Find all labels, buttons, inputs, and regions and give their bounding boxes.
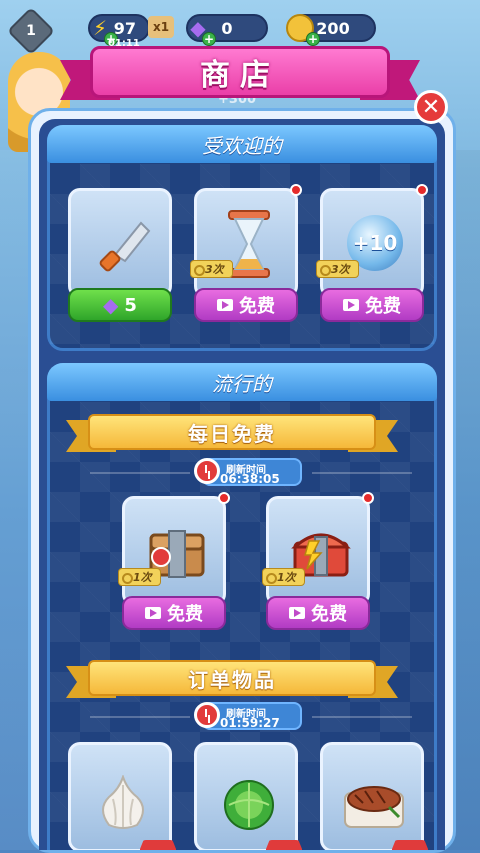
trending-section: 流行的 每日免费 刷新时间 06:38:05 1次 免费 1次 免费 订单物品 … [47,363,437,850]
banner-body: 每日免费 [88,414,376,450]
coin-value: 200 [316,18,350,38]
shop-item-plus-ten[interactable]: +10 3次 免费 [316,184,428,328]
top-hud: 1 ⚡ 97 + 01:11 x1 ◆ 0 + 200 + [0,6,480,56]
discount-badge: 20% [266,840,302,850]
free-plus-ten-button[interactable]: 免费 [320,288,424,322]
shop-item-garlic[interactable]: 20% [68,742,176,850]
order-refresh-timer: 刷新时间 01:59:27 [194,702,302,730]
uses-tag: 3次 [316,260,359,278]
shop-item-grilled-fish[interactable]: 20% [320,742,428,850]
item-frame [266,496,370,606]
daily-refresh-timer: 刷新时间 06:38:05 [194,458,302,486]
popular-section: 受欢迎的 ◆ 5 3次 免费 +10 3次 免费 [47,125,437,351]
free-label: 免费 [239,296,275,317]
cabbage-icon [224,780,274,830]
free-red-chest-button[interactable]: 免费 [266,596,370,630]
free-label: 免费 [167,604,203,625]
refresh-time: 06:38:05 [220,472,280,486]
notification-dot [416,184,428,196]
daily-free-banner: 每日免费 [66,414,398,454]
buy-knife-button[interactable]: ◆ 5 [68,288,172,322]
free-label: 免费 [311,604,347,625]
video-icon [145,607,161,619]
free-hourglass-button[interactable]: 免费 [194,288,298,322]
shop-panel: 受欢迎的 ◆ 5 3次 免费 +10 3次 免费 流行的 每日免费 刷新时间 0… [28,108,456,853]
hourglass-icon [228,210,270,278]
daily-free-title: 每日免费 [188,421,276,446]
notification-dot [218,492,230,504]
shop-item-hourglass[interactable]: 3次 免费 [190,184,302,328]
item-frame [68,742,172,850]
shop-title: 商店 [200,58,280,93]
divider-line [312,716,412,718]
shop-item-knife[interactable]: ◆ 5 [68,188,172,328]
popular-title: 受欢迎的 [202,133,282,158]
shop-item-cabbage[interactable]: 20% [194,742,302,850]
grilled-fish-icon [344,786,404,828]
clock-icon [194,458,220,484]
shop-item-red-chest[interactable]: 1次 免费 [262,492,374,636]
video-icon [217,299,233,311]
shop-item-wood-chest[interactable]: 1次 免费 [118,492,230,636]
order-items-title: 订单物品 [188,667,276,692]
divider-line [90,716,190,718]
garlic-icon [102,775,144,829]
discount-badge: 20% [140,840,176,850]
shop-title-banner: 商店 [60,46,420,102]
item-frame [320,742,424,850]
price-value: 5 [124,294,137,316]
item-frame [122,496,226,606]
gem-icon: ◆ [103,293,119,317]
add-gems-icon[interactable]: + [202,32,216,46]
uses-tag: 1次 [118,568,161,586]
item-frame: +10 [320,188,424,298]
knife-icon [99,221,151,272]
notification-dot [362,492,374,504]
item-frame [68,188,172,298]
free-wood-chest-button[interactable]: 免费 [122,596,226,630]
notification-dot [290,184,302,196]
order-items-banner: 订单物品 [66,660,398,700]
uses-tag: 1次 [262,568,305,586]
clock-icon [194,702,220,728]
title-plate: 商店 [90,46,390,98]
coin-counter[interactable]: 200 + [286,14,376,46]
trending-title: 流行的 [212,371,272,396]
banner-body: 订单物品 [88,660,376,696]
video-icon [343,299,359,311]
item-frame [194,188,298,298]
popular-header: 受欢迎的 [47,125,437,163]
gem-value: 0 [221,18,233,38]
divider-line [312,472,412,474]
uses-tag: 3次 [190,260,233,278]
close-icon: ✕ [421,94,441,120]
shop-panel-body: 受欢迎的 ◆ 5 3次 免费 +10 3次 免费 流行的 每日免费 刷新时间 0… [39,119,445,850]
item-frame [194,742,298,850]
divider-line [90,472,190,474]
free-label: 免费 [365,296,401,317]
gem-counter[interactable]: ◆ 0 + [186,14,268,46]
video-icon [289,607,305,619]
multiplier-badge[interactable]: x1 [148,16,174,38]
trending-header: 流行的 [47,363,437,401]
discount-badge: 20% [392,840,428,850]
close-button[interactable]: ✕ [414,90,448,124]
refresh-time: 01:59:27 [220,716,280,730]
add-coins-icon[interactable]: + [306,32,320,46]
level-value: 1 [26,23,36,39]
